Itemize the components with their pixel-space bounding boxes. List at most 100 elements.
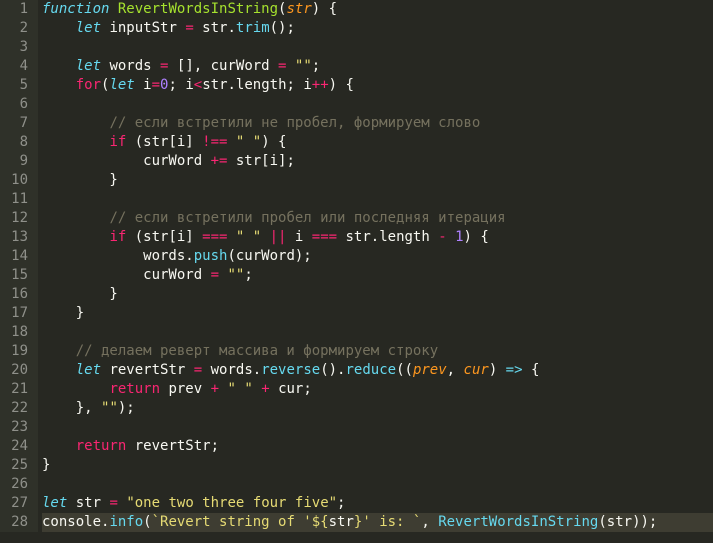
token: str [329,514,354,530]
line-number: 16 [6,285,28,304]
token: i [135,77,152,93]
line-number: 24 [6,437,28,456]
code-line[interactable]: words.push(curWord); [42,247,713,266]
line-number: 10 [6,171,28,190]
token: = [185,20,193,36]
line-number: 22 [6,399,28,418]
code-line[interactable] [42,475,713,494]
code-line[interactable]: }, ""); [42,399,713,418]
code-line[interactable]: let str = "one two three four five"; [42,494,713,513]
line-number: 13 [6,228,28,247]
line-number-gutter: 1234567891011121314151617181920212223242… [0,0,38,532]
line-number: 27 [6,494,28,513]
token: + [211,381,219,397]
line-number: 19 [6,342,28,361]
token: let [76,362,101,378]
token: inputStr [101,20,185,36]
code-line[interactable]: return revertStr; [42,437,713,456]
code-line[interactable]: } [42,171,713,190]
token: ) { [261,134,286,150]
token: for [76,77,101,93]
token: (str[i] [126,134,202,150]
line-number: 21 [6,380,28,399]
token: trim [236,20,270,36]
token: let [76,58,101,74]
token: (str)); [598,514,657,530]
code-line[interactable] [42,323,713,342]
code-line[interactable] [42,95,713,114]
token: ) { [464,229,489,245]
token: || [270,229,287,245]
token [42,438,76,454]
token: - [438,229,446,245]
token: str [67,495,109,511]
line-number: 6 [6,95,28,114]
token: ); [118,400,135,416]
code-line[interactable]: curWord += str[i]; [42,152,713,171]
token [42,134,109,150]
line-number: 20 [6,361,28,380]
token: < [194,77,202,93]
token: words [101,58,160,74]
code-line[interactable]: return prev + " " + cur; [42,380,713,399]
token: reduce [346,362,397,378]
token [42,229,109,245]
token: + [261,381,269,397]
token: `Revert string of '${ [152,514,329,530]
token: = [109,495,117,511]
token [42,362,76,378]
code-line[interactable]: } [42,456,713,475]
code-line[interactable] [42,38,713,57]
token: ; [244,267,252,283]
code-line[interactable] [42,190,713,209]
token: } [42,286,118,302]
token: ++ [312,77,329,93]
token: (str[i] [126,229,202,245]
token: prev [160,381,211,397]
code-line[interactable]: curWord = ""; [42,266,713,285]
line-number: 12 [6,209,28,228]
code-line[interactable]: // если встретили пробел или последняя и… [42,209,713,228]
line-number: 18 [6,323,28,342]
token: ( [143,514,151,530]
token: "one two three four five" [126,495,337,511]
token: str. [194,20,236,36]
token: } [42,172,118,188]
token [447,229,455,245]
line-number: 28 [6,513,28,532]
code-line[interactable]: // если встретили не пробел, формируем с… [42,114,713,133]
line-number: 8 [6,133,28,152]
code-line[interactable]: let inputStr = str.trim(); [42,19,713,38]
token: ; [312,58,320,74]
code-line[interactable]: // делаем реверт массива и формируем стр… [42,342,713,361]
token [42,210,109,226]
code-line[interactable]: function RevertWordsInString(str) { [42,0,713,19]
token: !== [202,134,227,150]
code-line[interactable]: if (str[i] === " " || i === str.length -… [42,228,713,247]
token: let [42,495,67,511]
token: = [211,267,219,283]
code-line[interactable]: if (str[i] !== " ") { [42,133,713,152]
token: => [506,362,523,378]
line-number: 14 [6,247,28,266]
code-line[interactable]: } [42,285,713,304]
code-line[interactable]: let revertStr = words.reverse().reduce((… [42,361,713,380]
code-line[interactable]: let words = [], curWord = ""; [42,57,713,76]
code-line[interactable]: console.info(`Revert string of '${str}' … [42,513,713,532]
code-line[interactable] [42,418,713,437]
code-area[interactable]: function RevertWordsInString(str) { let … [38,0,713,532]
token: === [312,229,337,245]
token [261,229,269,245]
token: ) { [329,77,354,93]
token: "" [295,58,312,74]
token: = [152,77,160,93]
token: words. [42,248,194,264]
code-editor[interactable]: 1234567891011121314151617181920212223242… [0,0,713,532]
token: function [42,1,109,17]
code-line[interactable]: for(let i=0; i<str.length; i++) { [42,76,713,95]
code-line[interactable]: } [42,304,713,323]
token: console. [42,514,109,530]
line-number: 3 [6,38,28,57]
line-number: 2 [6,19,28,38]
token: RevertWordsInString [438,514,598,530]
